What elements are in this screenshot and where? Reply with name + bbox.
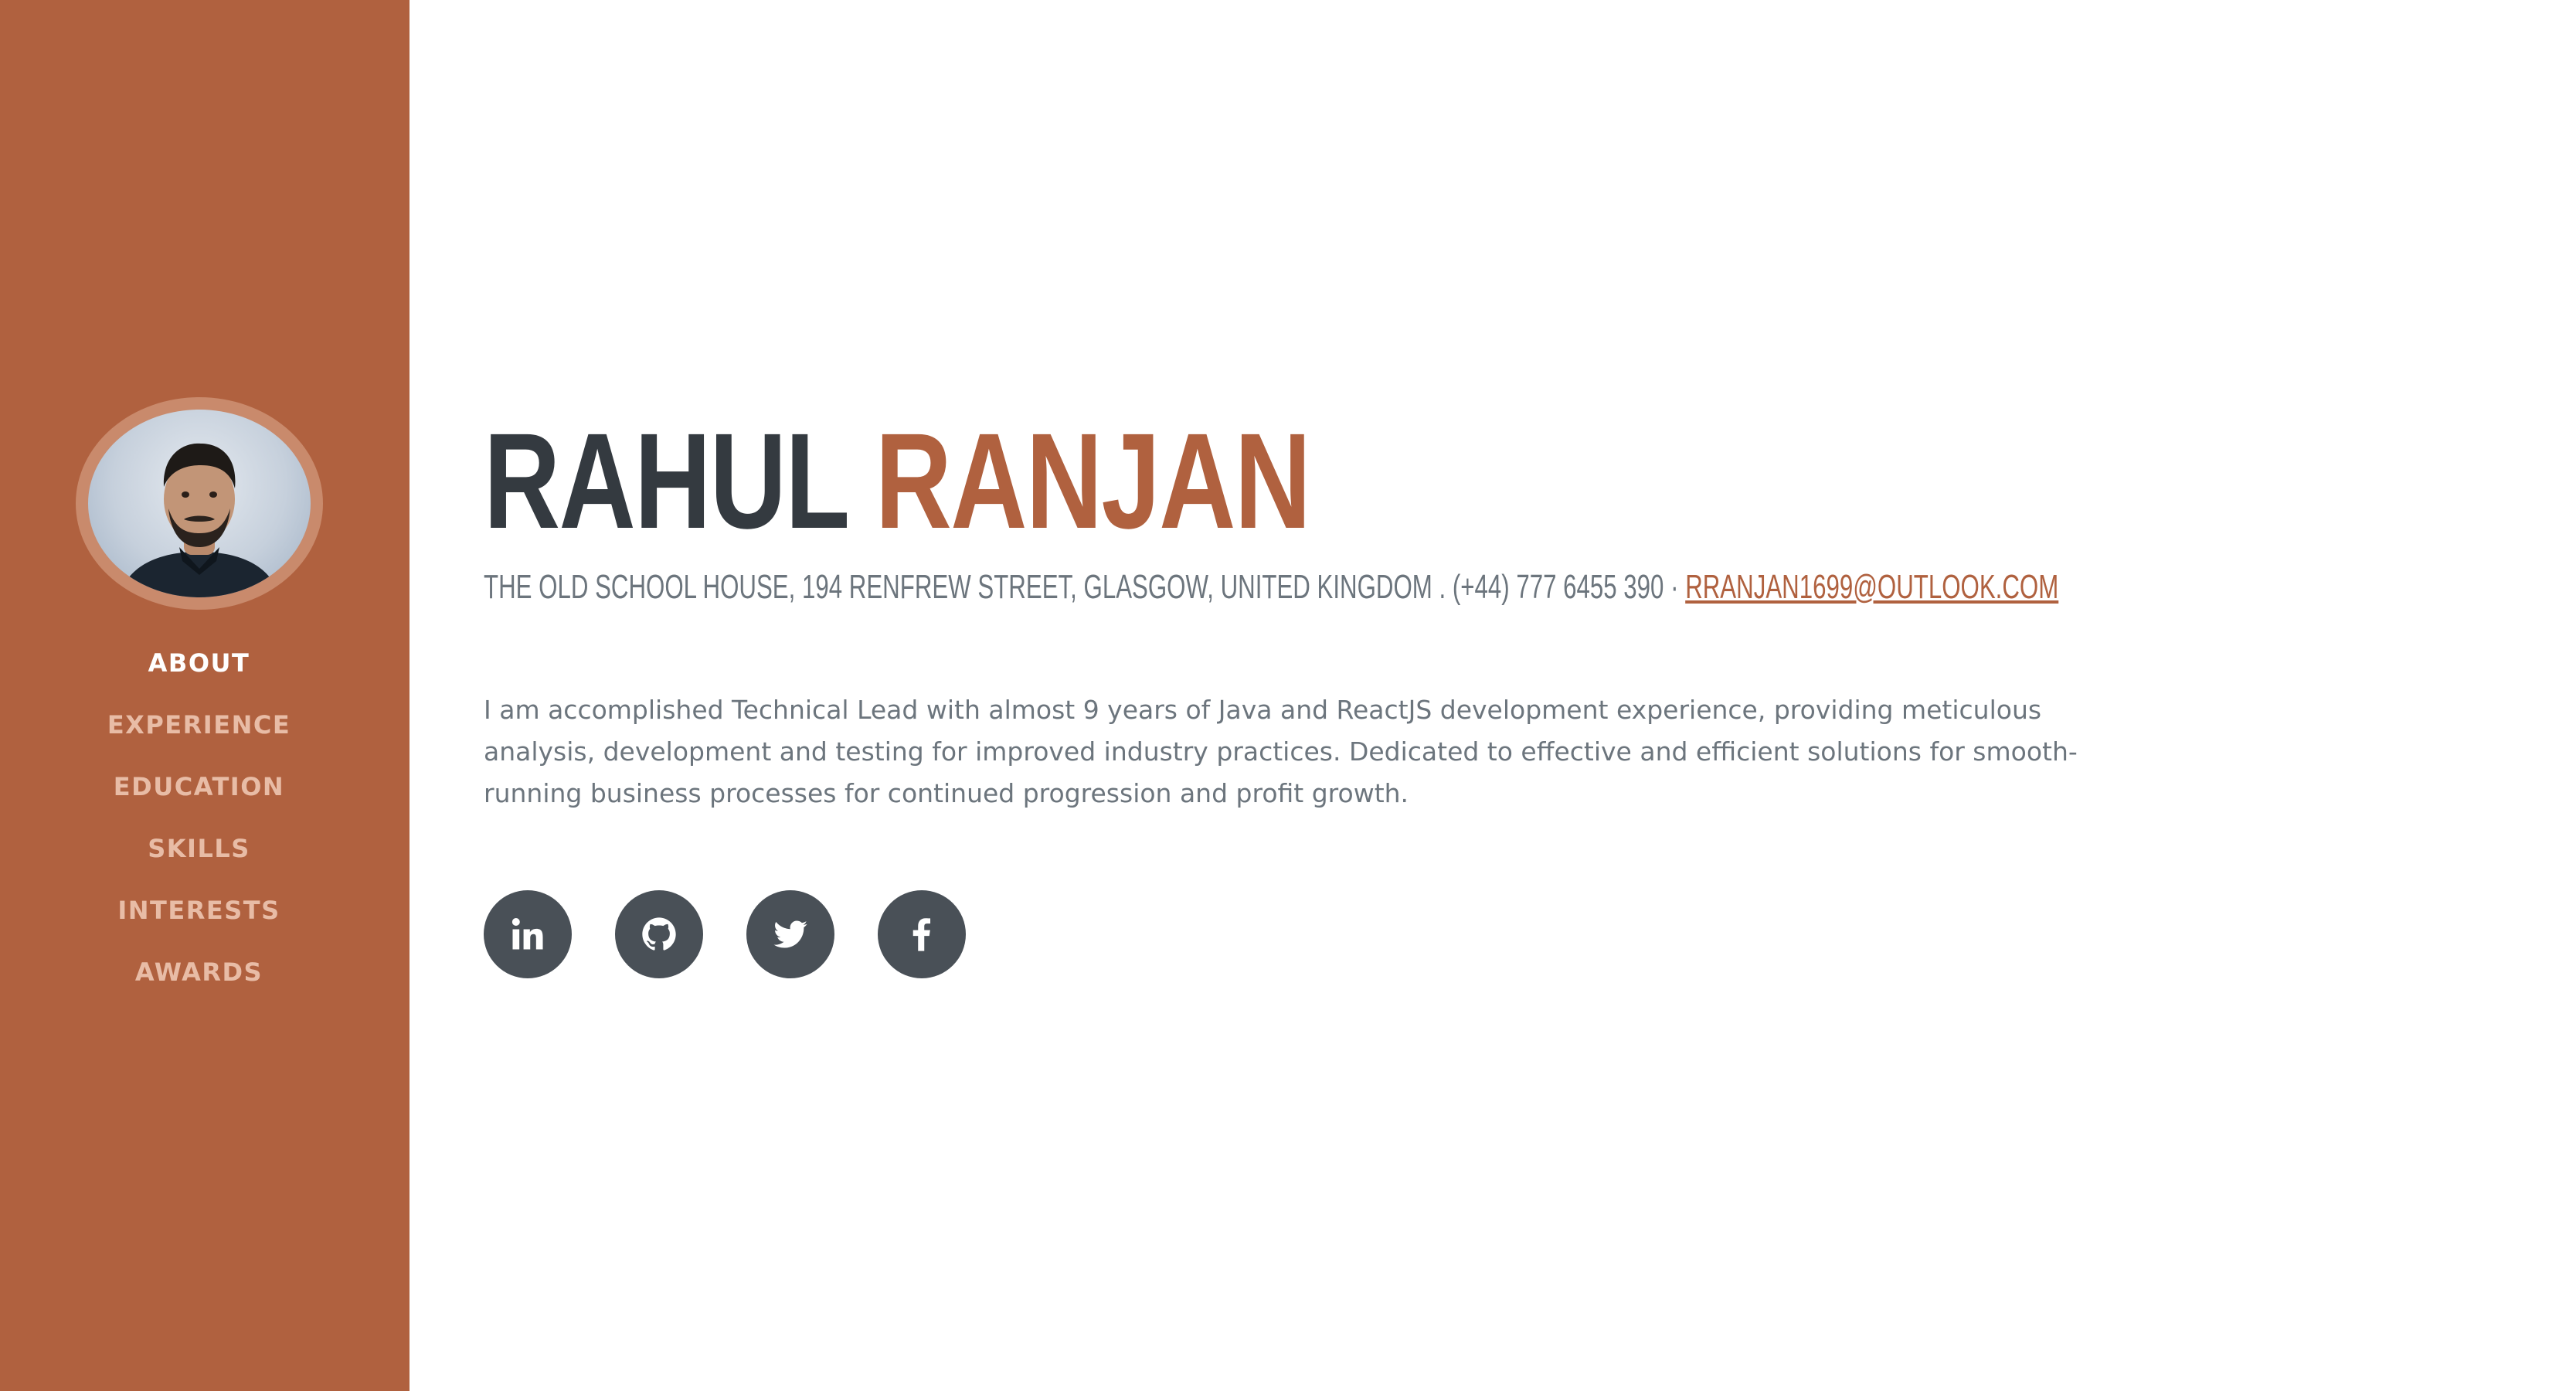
nav-link-about[interactable]: ABOUT [148, 648, 250, 678]
profile-photo [119, 443, 280, 597]
nav-link-skills[interactable]: SKILLS [148, 834, 250, 863]
nav-item-education: EDUCATION [0, 765, 398, 827]
about-section: RAHUL RANJAN THE OLD SCHOOL HOUSE, 194 R… [484, 0, 2493, 1391]
nav-item-awards: AWARDS [0, 951, 398, 1012]
facebook-icon [912, 918, 931, 951]
address-phone-text: THE OLD SCHOOL HOUSE, 194 RENFREW STREET… [484, 568, 1686, 606]
nav-link-interests[interactable]: INTERESTS [117, 896, 280, 925]
nav-link-experience[interactable]: EXPERIENCE [107, 710, 291, 740]
nav-item-about: ABOUT [0, 641, 398, 703]
linkedin-button[interactable] [484, 890, 572, 978]
linkedin-icon [511, 917, 543, 950]
social-icons [484, 890, 966, 978]
facebook-button[interactable] [878, 890, 966, 978]
first-name: RAHUL [484, 406, 848, 557]
avatar[interactable] [88, 410, 311, 597]
github-icon [642, 917, 676, 951]
nav-item-experience: EXPERIENCE [0, 703, 398, 765]
page-title: RAHUL RANJAN [484, 413, 1311, 549]
nav-item-interests: INTERESTS [0, 889, 398, 951]
summary-text: I am accomplished Technical Lead with al… [484, 695, 2078, 808]
sidebar-nav: ABOUT EXPERIENCE EDUCATION SKILLS INTERE… [0, 641, 398, 1012]
email-link[interactable]: RRANJAN1699@OUTLOOK.COM [1685, 568, 2058, 606]
twitter-icon [773, 920, 807, 948]
contact-info: THE OLD SCHOOL HOUSE, 194 RENFREW STREET… [484, 566, 2058, 609]
github-button[interactable] [615, 890, 703, 978]
nav-link-awards[interactable]: AWARDS [135, 957, 263, 987]
sidebar: ABOUT EXPERIENCE EDUCATION SKILLS INTERE… [0, 0, 410, 1391]
nav-link-education[interactable]: EDUCATION [114, 772, 284, 801]
nav-item-skills: SKILLS [0, 827, 398, 889]
last-name: RANJAN [875, 406, 1311, 557]
twitter-button[interactable] [746, 890, 834, 978]
